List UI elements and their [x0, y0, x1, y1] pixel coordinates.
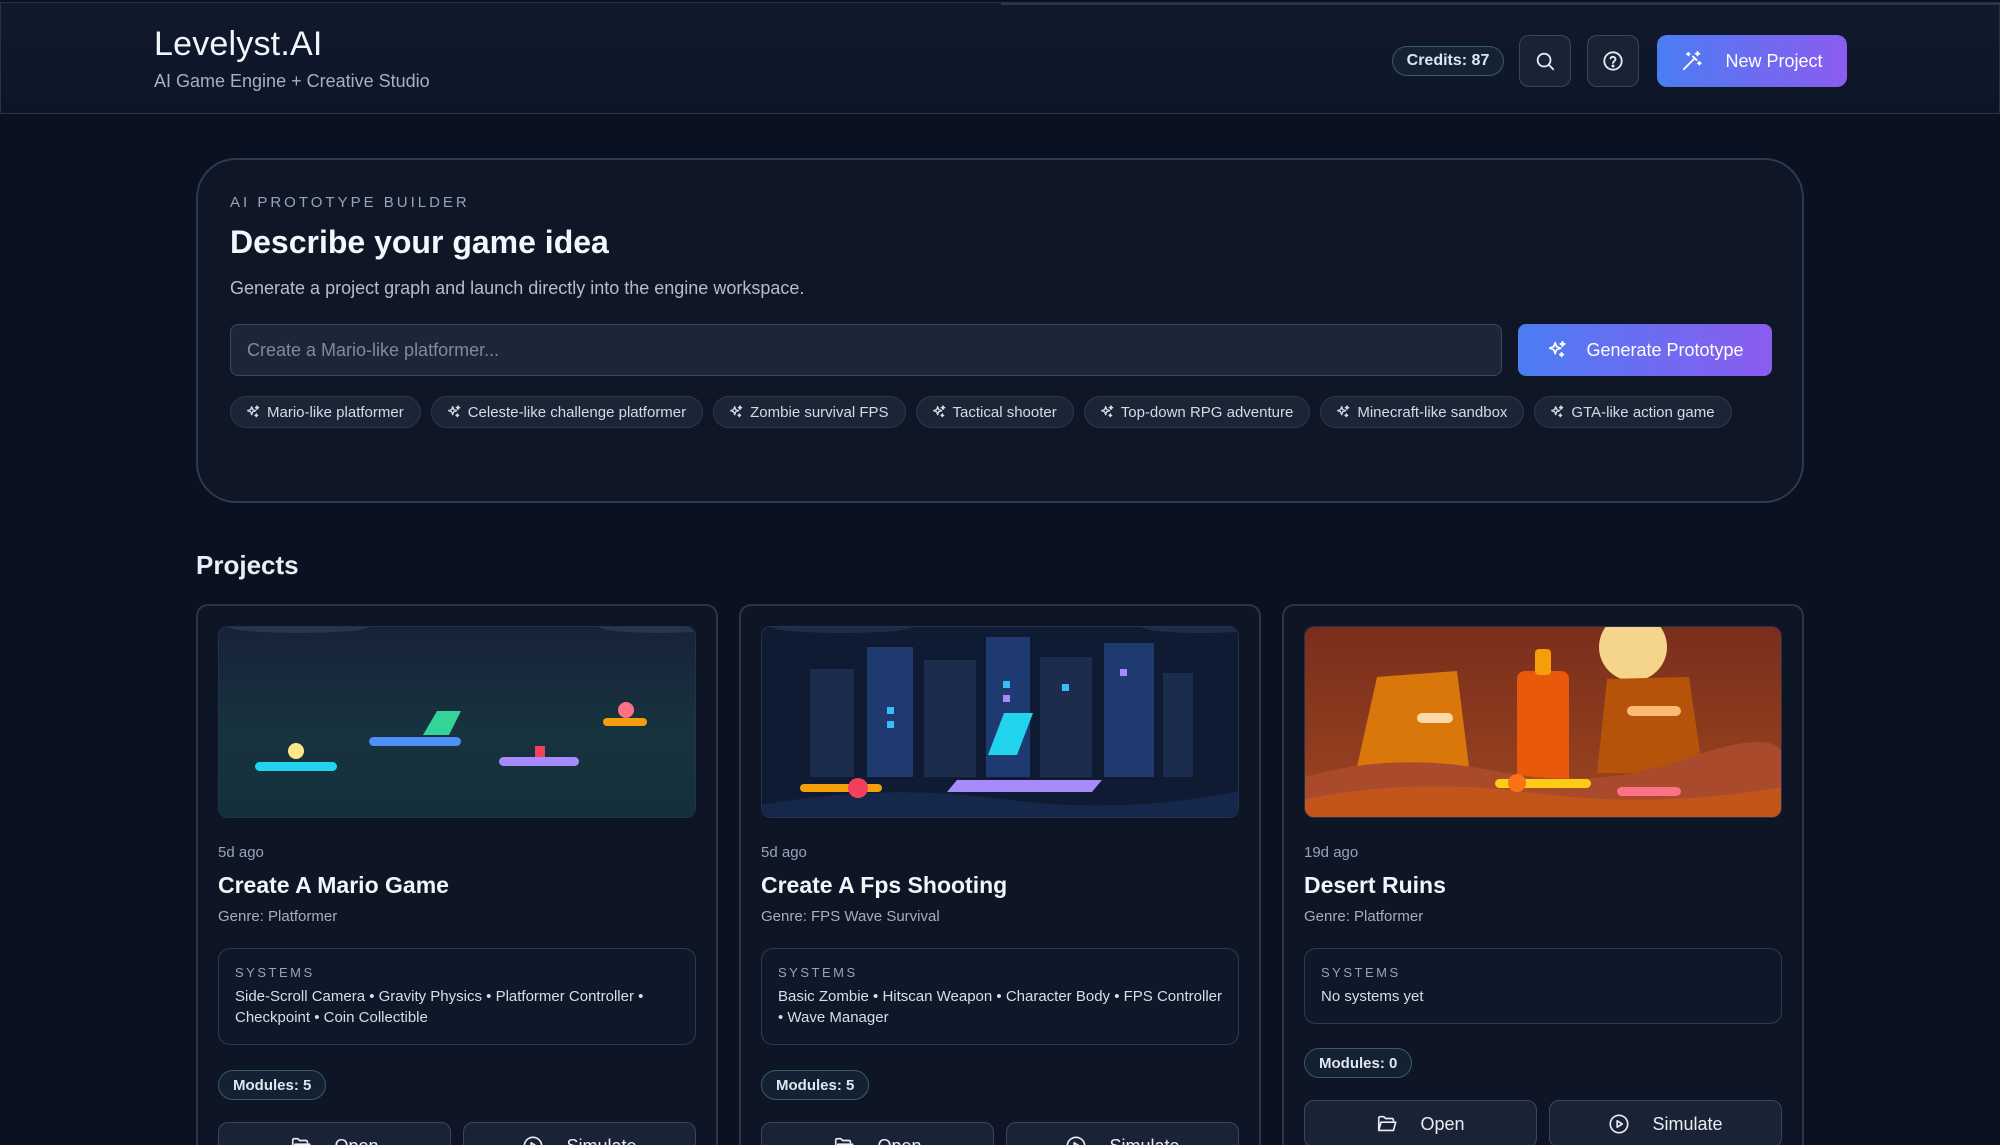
folder-open-icon: [1378, 1115, 1398, 1132]
systems-list: No systems yet: [1321, 988, 1424, 1005]
open-label: Open: [877, 1136, 921, 1145]
sparkles-icon: [1551, 405, 1564, 418]
folder-open-icon: [835, 1137, 855, 1145]
suggestion-chip-label: GTA-like action game: [1571, 403, 1715, 421]
credits-badge: Credits: 87: [1392, 46, 1504, 76]
help-button[interactable]: [1587, 35, 1639, 87]
help-icon: [1603, 51, 1623, 71]
magic-wand-icon: [1683, 50, 1703, 71]
sparkles-icon: [247, 405, 260, 418]
systems-list: Basic Zombie • Hitscan Weapon • Characte…: [778, 988, 1222, 1026]
project-card: 5d ago Create A Fps Shooting Genre: FPS …: [739, 604, 1261, 1145]
project-time: 5d ago: [761, 844, 807, 861]
project-genre: Genre: FPS Wave Survival: [761, 908, 940, 925]
systems-box: SYSTEMS Basic Zombie • Hitscan Weapon • …: [761, 948, 1239, 1045]
sparkles-icon: [1337, 405, 1350, 418]
builder-title: Describe your game idea: [230, 224, 609, 260]
project-genre: Genre: Platformer: [218, 908, 338, 925]
play-circle-icon: [524, 1136, 543, 1145]
new-project-button[interactable]: New Project: [1657, 35, 1847, 87]
app-title: Levelyst.AI: [154, 25, 323, 63]
suggestion-chip-label: Top-down RPG adventure: [1120, 403, 1294, 421]
open-label: Open: [1420, 1113, 1465, 1134]
prototype-builder-panel: AI PROTOTYPE BUILDER Describe your game …: [196, 158, 1804, 503]
project-title: Create A Fps Shooting: [761, 872, 1008, 898]
simulate-label: Simulate: [1652, 1113, 1723, 1134]
sparkles-icon: [1100, 405, 1114, 418]
open-button[interactable]: Open: [1304, 1100, 1537, 1145]
play-circle-icon: [1067, 1136, 1086, 1145]
simulate-label: Simulate: [566, 1136, 636, 1145]
suggestion-chip[interactable]: Top-down RPG adventure: [1083, 396, 1311, 428]
project-thumbnail[interactable]: [1304, 626, 1782, 818]
generate-prototype-button[interactable]: Generate Prototype: [1518, 324, 1772, 376]
simulate-button[interactable]: Simulate: [1006, 1122, 1239, 1145]
project-thumbnail[interactable]: [218, 626, 696, 818]
generate-prototype-label: Generate Prototype: [1586, 339, 1744, 360]
project-card: 19d ago Desert Ruins Genre: Platformer S…: [1282, 604, 1804, 1145]
project-time: 19d ago: [1304, 844, 1359, 861]
suggestion-chip[interactable]: Zombie survival FPS: [713, 396, 906, 428]
projects-heading: Projects: [196, 550, 299, 580]
suggestion-chip[interactable]: Mario-like platformer: [230, 396, 421, 428]
search-button[interactable]: [1519, 35, 1571, 87]
systems-list: Side-Scroll Camera • Gravity Physics • P…: [235, 988, 644, 1026]
builder-description: Generate a project graph and launch dire…: [230, 278, 805, 298]
suggestion-chip-label: Tactical shooter: [952, 403, 1057, 421]
systems-label: SYSTEMS: [235, 965, 315, 980]
project-thumbnail[interactable]: [761, 626, 1239, 818]
open-button[interactable]: Open: [761, 1122, 994, 1145]
systems-box: SYSTEMS No systems yet: [1304, 948, 1782, 1024]
search-icon: [1536, 52, 1555, 71]
project-time: 5d ago: [218, 844, 264, 861]
simulate-button[interactable]: Simulate: [463, 1122, 696, 1145]
project-title: Desert Ruins: [1304, 872, 1446, 898]
project-genre: Genre: Platformer: [1304, 908, 1424, 925]
suggestion-chip-label: Zombie survival FPS: [750, 403, 889, 421]
suggestion-chip[interactable]: Celeste-like challenge platformer: [430, 396, 704, 428]
suggestion-chip-label: Mario-like platformer: [267, 403, 404, 421]
suggestion-chip[interactable]: GTA-like action game: [1534, 396, 1732, 428]
sparkles-icon: [1549, 340, 1567, 358]
project-card: 5d ago Create A Mario Game Genre: Platfo…: [196, 604, 718, 1145]
modules-badge: Modules: 5: [761, 1070, 870, 1100]
modules-badge: Modules: 5: [218, 1070, 327, 1100]
open-label: Open: [334, 1136, 378, 1145]
simulate-button[interactable]: Simulate: [1549, 1100, 1782, 1145]
suggestion-chip-label: Celeste-like challenge platformer: [467, 403, 687, 421]
suggestion-chips: Mario-like platformer Celeste-like challe…: [230, 396, 1770, 428]
systems-label: SYSTEMS: [1321, 965, 1401, 980]
modules-badge: Modules: 0: [1304, 1048, 1413, 1078]
header-progress-line: [1001, 3, 2000, 5]
sparkles-icon: [730, 405, 743, 418]
suggestion-chip[interactable]: Tactical shooter: [915, 396, 1074, 428]
game-idea-input[interactable]: [230, 324, 1502, 376]
project-title: Create A Mario Game: [218, 872, 449, 898]
app-subtitle: AI Game Engine + Creative Studio: [154, 71, 430, 91]
new-project-label: New Project: [1725, 50, 1823, 71]
play-circle-icon: [1609, 1114, 1630, 1134]
systems-box: SYSTEMS Side-Scroll Camera • Gravity Phy…: [218, 948, 696, 1045]
app-header: Levelyst.AI AI Game Engine + Creative St…: [0, 2, 2000, 114]
suggestion-chip-label: Minecraft-like sandbox: [1357, 403, 1508, 421]
systems-label: SYSTEMS: [778, 965, 858, 980]
folder-open-icon: [292, 1137, 312, 1145]
builder-eyebrow: AI PROTOTYPE BUILDER: [230, 194, 470, 211]
suggestion-chip[interactable]: Minecraft-like sandbox: [1320, 396, 1525, 428]
open-button[interactable]: Open: [218, 1122, 451, 1145]
simulate-label: Simulate: [1109, 1136, 1179, 1145]
sparkles-icon: [932, 405, 945, 418]
sparkles-icon: [447, 405, 461, 418]
